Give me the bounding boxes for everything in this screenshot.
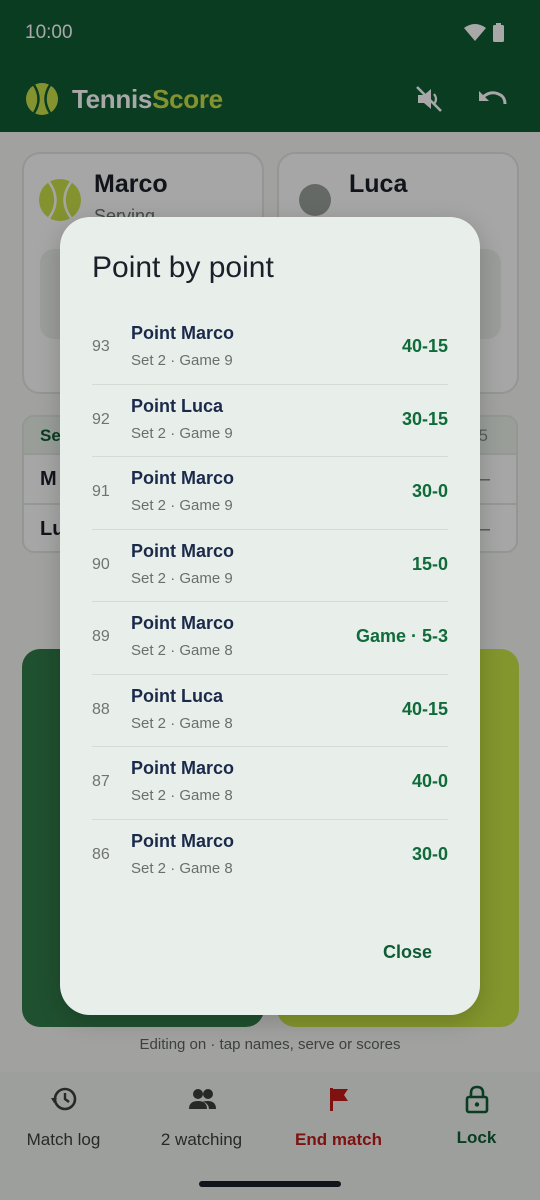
point-detail: Set 2 · Game 8 [131,642,233,659]
point-detail: Set 2 · Game 9 [131,569,233,587]
point-winner: Point Luca [131,685,224,706]
point-score: Game · 5-3 [355,626,448,646]
point-item[interactable]: 89 Point Marco Set 2 · Game 8 Game · 5-3 [92,602,448,675]
point-item[interactable]: 87 Point Marco Set 2 · Game 8 40-0 [92,747,448,820]
point-winner: Point Marco [131,613,235,633]
point-winner: Point Luca [131,395,224,416]
point-score: 40-0 [411,771,448,791]
point-winner: Point Marco [131,830,235,851]
point-number: 88 [92,700,110,718]
point-item[interactable]: 92 Point Luca Set 2 · Game 9 30-15 [92,385,448,457]
point-winner: Point Marco [131,540,235,561]
point-score: 30-0 [411,843,448,864]
point-score: 40-15 [401,698,448,719]
point-winner: Point Marco [131,468,235,488]
point-number: 92 [92,410,110,428]
point-item[interactable]: 93 Point Marco Set 2 · Game 9 40-15 [92,312,448,385]
point-number: 89 [92,628,110,645]
point-item[interactable]: 86 Point Marco Set 2 · Game 8 30-0 [92,820,448,893]
point-winner: Point Marco [131,323,235,343]
point-detail: Set 2 · Game 9 [131,497,233,514]
point-item[interactable]: 88 Point Luca Set 2 · Game 8 40-15 [92,675,448,747]
point-number: 91 [92,483,110,500]
point-score: 40-15 [401,336,448,356]
point-score: 15-0 [411,553,448,574]
point-detail: Set 2 · Game 9 [131,424,233,442]
point-list: 93 Point Marco Set 2 · Game 9 40-15 92 P… [92,312,448,892]
point-item[interactable]: 90 Point Marco Set 2 · Game 9 15-0 [92,530,448,602]
point-detail: Set 2 · Game 9 [131,352,233,369]
point-number: 87 [92,773,110,790]
point-detail: Set 2 · Game 8 [131,787,233,804]
point-number: 90 [92,555,110,573]
point-number: 86 [92,845,110,863]
point-detail: Set 2 · Game 8 [131,859,233,877]
close-button[interactable]: Close [383,942,432,963]
point-score: 30-15 [401,408,448,429]
dialog-title: Point by point [92,251,274,284]
point-number: 93 [92,338,110,355]
point-item[interactable]: 91 Point Marco Set 2 · Game 9 30-0 [92,457,448,530]
point-winner: Point Marco [131,758,235,778]
point-detail: Set 2 · Game 8 [131,714,233,732]
point-by-point-dialog: Point by point 93 Point Marco Set 2 · Ga… [60,217,480,1015]
point-score: 30-0 [411,481,448,501]
